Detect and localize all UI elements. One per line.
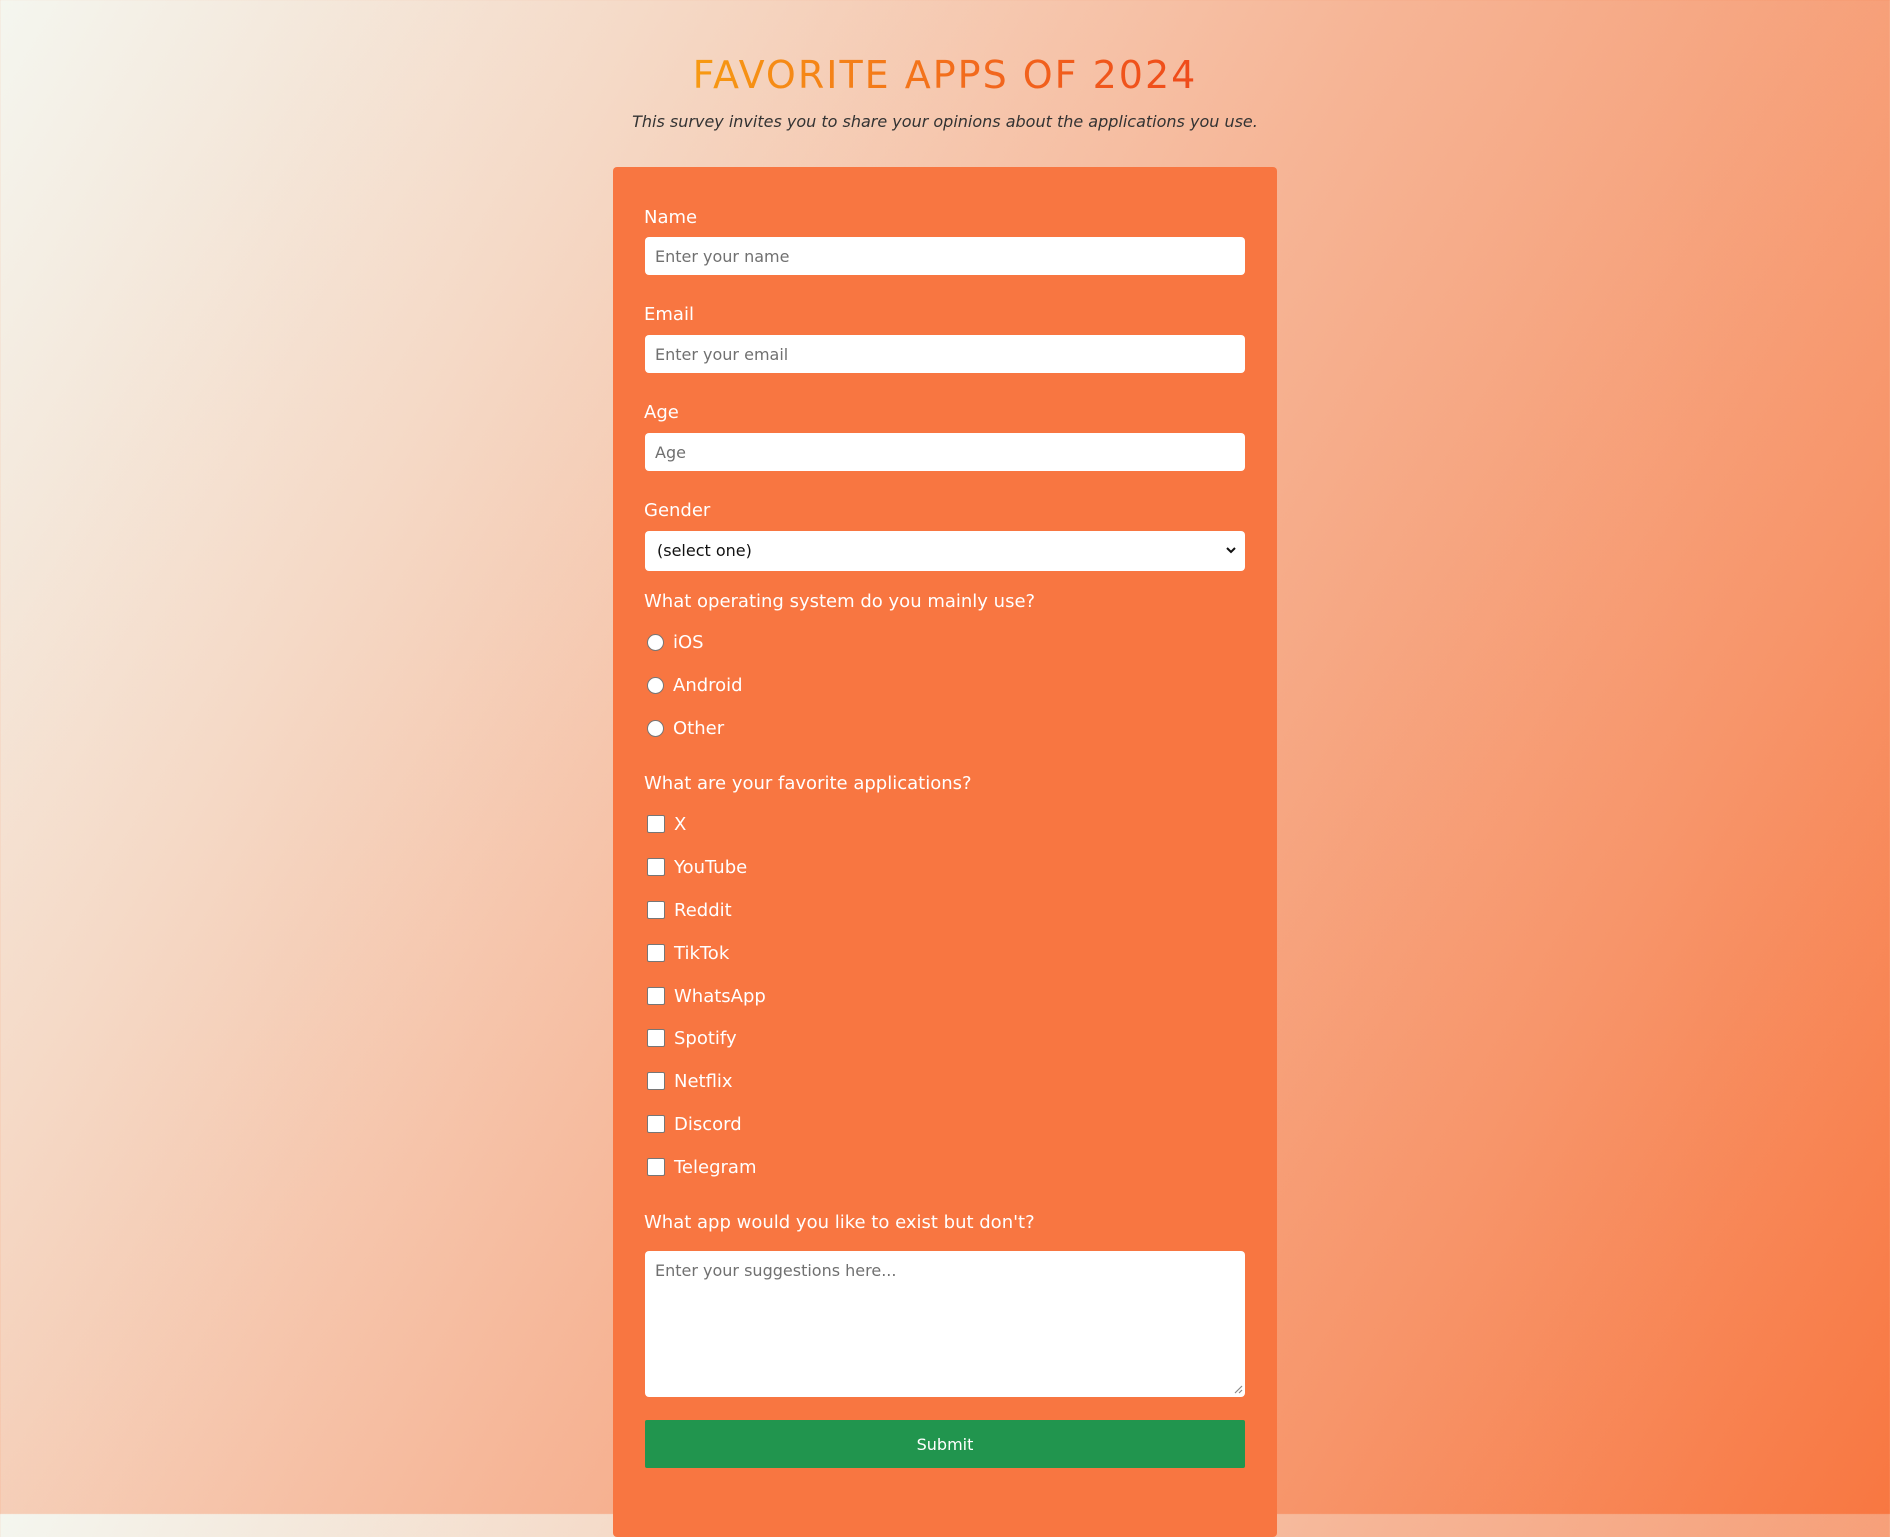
radio-button[interactable] bbox=[647, 719, 664, 737]
os-question-label: What operating system do you mainly use? bbox=[644, 591, 1036, 612]
os-option-android[interactable]: Android bbox=[647, 673, 743, 697]
app-option-x[interactable]: X bbox=[647, 812, 686, 836]
app-option-youtube[interactable]: YouTube bbox=[647, 855, 747, 879]
checkbox[interactable] bbox=[647, 901, 665, 919]
resize-handle-icon[interactable] bbox=[1233, 1384, 1243, 1394]
checkbox[interactable] bbox=[647, 1158, 665, 1176]
app-option-label: TikTok bbox=[674, 942, 730, 964]
apps-question-label: What are your favorite applications? bbox=[644, 773, 972, 794]
page-header: FAVORITE APPS OF 2024 This survey invite… bbox=[0, 52, 1890, 131]
app-option-label: Reddit bbox=[674, 899, 732, 921]
app-option-label: WhatsApp bbox=[674, 985, 766, 1007]
app-option-label: X bbox=[674, 813, 687, 835]
checkbox[interactable] bbox=[647, 1072, 665, 1090]
page-subtitle: This survey invites you to share your op… bbox=[632, 112, 1258, 131]
app-option-label: Netflix bbox=[674, 1070, 733, 1092]
age-input[interactable] bbox=[645, 433, 1245, 471]
chevron-down-icon bbox=[1226, 547, 1236, 554]
survey-form: Name Email Age Gender (select one) What … bbox=[613, 167, 1277, 1537]
app-option-label: YouTube bbox=[674, 856, 748, 878]
checkbox[interactable] bbox=[647, 815, 665, 833]
app-option-whatsapp[interactable]: WhatsApp bbox=[647, 984, 766, 1008]
age-label: Age bbox=[644, 402, 679, 423]
os-option-ios[interactable]: iOS bbox=[647, 630, 704, 654]
checkbox[interactable] bbox=[647, 1029, 665, 1047]
email-label: Email bbox=[644, 304, 694, 325]
app-option-label: Telegram bbox=[674, 1156, 757, 1178]
radio-button[interactable] bbox=[647, 676, 664, 694]
gender-select[interactable]: (select one) bbox=[645, 531, 1245, 571]
app-option-spotify[interactable]: Spotify bbox=[647, 1026, 737, 1050]
app-option-label: Spotify bbox=[674, 1027, 737, 1049]
app-option-reddit[interactable]: Reddit bbox=[647, 898, 732, 922]
app-option-telegram[interactable]: Telegram bbox=[647, 1155, 756, 1179]
os-option-label: iOS bbox=[673, 631, 704, 653]
suggestion-label: What app would you like to exist but don… bbox=[644, 1212, 1035, 1233]
os-option-label: Other bbox=[673, 717, 725, 739]
email-input[interactable] bbox=[645, 335, 1245, 373]
checkbox[interactable] bbox=[647, 1115, 665, 1133]
os-option-label: Android bbox=[673, 674, 743, 696]
gender-label: Gender bbox=[644, 500, 711, 521]
radio-button[interactable] bbox=[647, 633, 664, 651]
name-input[interactable] bbox=[645, 237, 1245, 275]
name-label: Name bbox=[644, 207, 698, 228]
checkbox[interactable] bbox=[647, 987, 665, 1005]
app-option-label: Discord bbox=[674, 1113, 742, 1135]
app-option-discord[interactable]: Discord bbox=[647, 1112, 742, 1136]
page-title: FAVORITE APPS OF 2024 bbox=[692, 53, 1198, 97]
app-option-tiktok[interactable]: TikTok bbox=[647, 941, 729, 965]
suggestion-textarea[interactable] bbox=[645, 1251, 1245, 1397]
gender-select-value: (select one) bbox=[657, 541, 752, 560]
app-option-netflix[interactable]: Netflix bbox=[647, 1069, 733, 1093]
os-option-other[interactable]: Other bbox=[647, 716, 724, 740]
checkbox[interactable] bbox=[647, 944, 665, 962]
submit-button[interactable]: Submit bbox=[645, 1420, 1245, 1468]
checkbox[interactable] bbox=[647, 858, 665, 876]
